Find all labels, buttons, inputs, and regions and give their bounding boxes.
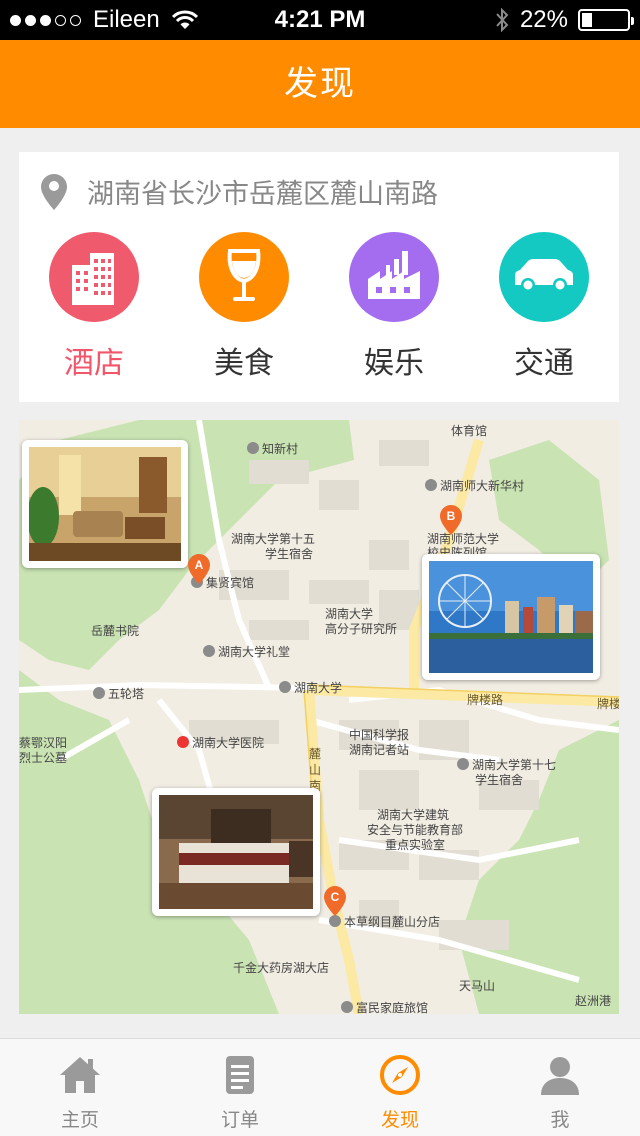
hotel-room-photo xyxy=(27,447,181,561)
location-address: 湖南省长沙市岳麓区麓山南路 xyxy=(87,179,438,210)
category-transport[interactable]: 交通 xyxy=(469,232,619,382)
tab-home[interactable]: 主页 xyxy=(0,1039,160,1136)
map-label: 重点实验室 xyxy=(385,838,446,852)
hotel-photo-a[interactable] xyxy=(22,440,188,568)
battery-percent: 22% xyxy=(519,6,568,33)
status-bar: Eileen 4:21 PM 22% xyxy=(0,0,640,40)
map-marker-c[interactable]: C xyxy=(324,886,346,916)
category-food[interactable]: 美食 xyxy=(169,232,319,382)
category-label: 娱乐 xyxy=(364,346,424,381)
map-label: 湖南师大新华村 xyxy=(425,477,524,494)
factory-icon xyxy=(349,232,439,322)
tab-label: 订单 xyxy=(220,1109,259,1131)
ferris-wheel-photo xyxy=(429,561,593,673)
tab-discover[interactable]: 发现 xyxy=(320,1039,480,1136)
bluetooth-icon xyxy=(496,8,509,32)
map-marker-a[interactable]: A xyxy=(188,554,210,584)
category-hotel[interactable]: 酒店 xyxy=(19,232,169,382)
map-label: 赵洲港 xyxy=(575,994,612,1008)
category-label: 交通 xyxy=(514,346,574,381)
car-icon xyxy=(499,232,589,322)
svg-text:A: A xyxy=(195,558,204,572)
nav-bar: 发现 xyxy=(0,40,640,128)
user-icon xyxy=(541,1057,579,1095)
svg-text:B: B xyxy=(447,509,456,523)
tab-label: 主页 xyxy=(60,1109,99,1131)
tab-me[interactable]: 我 xyxy=(480,1039,640,1136)
tab-orders[interactable]: 订单 xyxy=(160,1039,320,1136)
battery-icon xyxy=(578,9,634,31)
map-label: 学生宿舍 xyxy=(265,547,314,561)
hotel-building-icon xyxy=(49,232,139,322)
map-label: 烈士公墓 xyxy=(19,751,68,765)
map-label: 湖南大学医院 xyxy=(177,734,264,751)
map-label: 五轮塔 xyxy=(93,685,144,702)
map-view[interactable]: 体育馆 知新村 湖南师大新华村 湖南大学第十五 学生宿舍 湖南师范大学 校史陈列… xyxy=(19,420,619,1014)
category-label: 酒店 xyxy=(64,346,124,381)
tab-bar: 主页 订单 发现 我 xyxy=(0,1038,640,1136)
location-row[interactable]: 湖南省长沙市岳麓区麓山南路 xyxy=(41,172,438,211)
category-label: 美食 xyxy=(214,346,274,381)
road-label: 麓 xyxy=(309,747,322,761)
road-label: 山 xyxy=(309,763,322,777)
order-list-icon xyxy=(226,1056,254,1094)
compass-icon xyxy=(380,1055,420,1095)
location-pin-icon xyxy=(41,173,67,210)
svg-text:C: C xyxy=(331,890,340,904)
road-label: 牌楼路 xyxy=(467,693,504,707)
location-card: 湖南省长沙市岳麓区麓山南路 酒店 美食 娱乐 交通 xyxy=(19,152,619,402)
category-entertainment[interactable]: 娱乐 xyxy=(319,232,469,382)
bedroom-photo xyxy=(159,795,313,909)
map-label: 体育馆 xyxy=(451,424,488,438)
map-label: 湖南记者站 xyxy=(349,743,410,757)
page-title: 发现 xyxy=(284,64,356,104)
map-label: 学生宿舍 xyxy=(475,773,524,787)
map-label: 湖南大学礼堂 xyxy=(203,643,290,660)
map-marker-b[interactable]: B xyxy=(440,505,462,535)
map-label: 富民家庭旅馆 xyxy=(341,999,428,1014)
map-label: 湖南大学 xyxy=(279,679,342,696)
map-label: 岳麓书院 xyxy=(91,624,140,638)
tab-label: 发现 xyxy=(380,1109,419,1131)
map-label: 千金大药房湖大店 xyxy=(233,961,330,975)
hotel-photo-c[interactable] xyxy=(152,788,320,916)
tab-label: 我 xyxy=(550,1109,570,1131)
map-label: 高分子研究所 xyxy=(325,622,398,636)
map-label: 知新村 xyxy=(247,440,298,457)
map-label: 天马山 xyxy=(459,979,496,993)
wine-glass-icon xyxy=(199,232,289,322)
home-icon xyxy=(60,1057,100,1093)
road-label: 牌楼 xyxy=(597,697,619,711)
university-photo-b[interactable] xyxy=(422,554,600,680)
